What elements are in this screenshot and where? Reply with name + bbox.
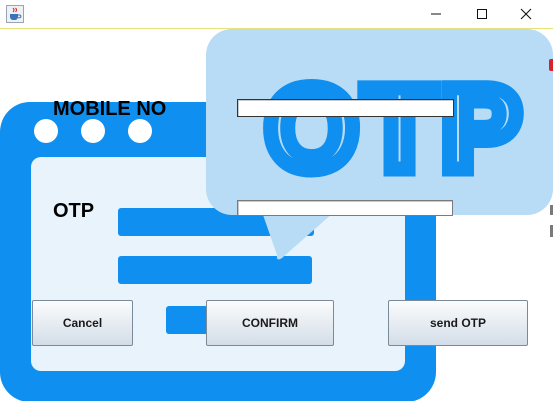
window-title-bar bbox=[0, 0, 553, 29]
window-dot-3 bbox=[128, 119, 152, 143]
mobile-number-input[interactable] bbox=[237, 99, 454, 117]
edge-red-mark bbox=[549, 59, 553, 71]
otp-input[interactable] bbox=[237, 200, 453, 216]
minimize-icon bbox=[431, 13, 441, 15]
otp-label: OTP bbox=[53, 200, 95, 222]
window-dot-2 bbox=[81, 119, 105, 143]
maximize-icon bbox=[477, 9, 487, 19]
maximize-button[interactable] bbox=[459, 0, 505, 28]
confirm-button[interactable]: CONFIRM bbox=[206, 300, 334, 346]
bubble-otp-text: OTP bbox=[266, 63, 527, 195]
content-bar-2 bbox=[118, 256, 312, 284]
mobile-no-label: MOBILE NO bbox=[53, 98, 167, 120]
minimize-button[interactable] bbox=[413, 0, 459, 28]
content-pane: OTP MOBILE NO OTP Cancel CONFIRM send OT… bbox=[0, 29, 553, 401]
send-otp-button[interactable]: send OTP bbox=[388, 300, 528, 346]
cancel-button[interactable]: Cancel bbox=[32, 300, 133, 346]
window-dot-1 bbox=[34, 119, 58, 143]
close-icon bbox=[520, 8, 532, 20]
close-button[interactable] bbox=[503, 0, 549, 28]
java-cup-icon bbox=[6, 5, 24, 23]
